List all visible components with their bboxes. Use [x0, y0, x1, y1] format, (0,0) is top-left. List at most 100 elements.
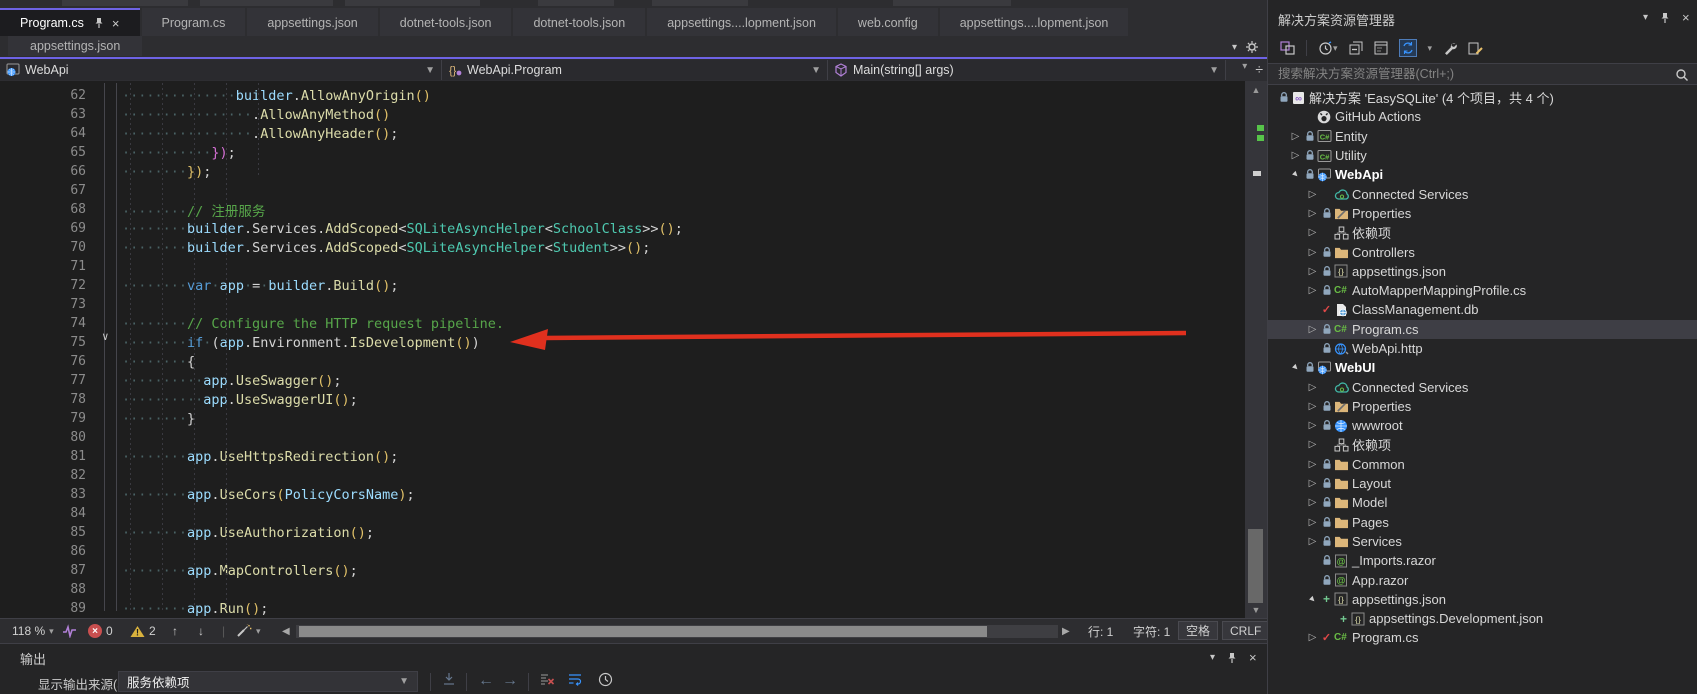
properties-window-icon[interactable]	[1374, 41, 1388, 55]
line-number[interactable]: 64	[0, 126, 86, 141]
line-number[interactable]: 87	[0, 563, 86, 578]
chevron-down-icon[interactable]: ▾	[1210, 652, 1215, 663]
gear-icon[interactable]	[1245, 40, 1259, 54]
collapsed-chevron-icon[interactable]: ▷	[1306, 227, 1319, 238]
code-line[interactable]: 77··········app.UseSwagger();	[0, 371, 1245, 390]
tab-overflow-dropdown-icon[interactable]: ▾	[1232, 42, 1237, 53]
line-number[interactable]: 75	[0, 335, 86, 350]
line-number[interactable]: 85	[0, 525, 86, 540]
code-line[interactable]: 87········app.MapControllers();	[0, 561, 1245, 580]
editor-tab[interactable]: dotnet-tools.json	[380, 8, 512, 36]
editor-tab[interactable]: Program.cs×	[0, 8, 140, 36]
tree-item[interactable]: ▷✓C#Program.cs	[1268, 628, 1697, 647]
line-number[interactable]: 80	[0, 430, 86, 445]
collapsed-chevron-icon[interactable]: ▷	[1306, 285, 1319, 296]
editor-tab[interactable]: web.config	[838, 8, 938, 36]
tree-item[interactable]: +{}appsettings.Development.json	[1268, 609, 1697, 628]
collapsed-chevron-icon[interactable]: ▷	[1306, 439, 1319, 450]
code-editor[interactable]: 62··············builder.AllowAnyOrigin()…	[0, 81, 1267, 618]
split-editor-icon[interactable]: ÷	[1255, 61, 1263, 77]
member-dropdown[interactable]: Main(string[] args) ▼	[828, 60, 1226, 80]
code-line[interactable]: 70········builder.Services.AddScoped<SQL…	[0, 238, 1245, 257]
switch-views-icon[interactable]	[1280, 41, 1295, 55]
close-icon[interactable]: ×	[1249, 650, 1257, 665]
line-number[interactable]: 84	[0, 506, 86, 521]
prev-issue-icon[interactable]: ↑	[172, 619, 178, 643]
line-number[interactable]: 88	[0, 582, 86, 597]
collapse-all-icon[interactable]	[1349, 41, 1363, 55]
pin-icon[interactable]	[1660, 12, 1670, 24]
pin-icon[interactable]	[94, 17, 104, 29]
clear-all-icon[interactable]	[540, 672, 555, 686]
collapsed-chevron-icon[interactable]: ▷	[1306, 420, 1319, 431]
line-number[interactable]: 70	[0, 240, 86, 255]
code-line[interactable]: 75········if·(app.Environment.IsDevelopm…	[0, 333, 1245, 352]
collapsed-chevron-icon[interactable]: ▷	[1306, 382, 1319, 393]
close-icon[interactable]: ×	[112, 16, 120, 31]
expanded-chevron-icon[interactable]: ▸	[1289, 169, 1302, 180]
collapsed-chevron-icon[interactable]: ▷	[1289, 150, 1302, 161]
code-area[interactable]: 62··············builder.AllowAnyOrigin()…	[0, 81, 1245, 618]
collapsed-chevron-icon[interactable]: ▷	[1306, 247, 1319, 258]
line-number[interactable]: 66	[0, 164, 86, 179]
tree-item[interactable]: ▷C#Entity	[1268, 127, 1697, 146]
line-indicator[interactable]: 行: 1	[1088, 619, 1113, 643]
line-number[interactable]: 73	[0, 297, 86, 312]
code-line[interactable]: 89········app.Run();	[0, 599, 1245, 618]
editor-tab[interactable]: dotnet-tools.json	[513, 8, 645, 36]
line-number[interactable]: 72	[0, 278, 86, 293]
tree-item[interactable]: ▷Common	[1268, 455, 1697, 474]
code-line[interactable]: 76········{	[0, 352, 1245, 371]
output-source-dropdown[interactable]: 服务依赖项 ▼	[118, 671, 418, 692]
expanded-chevron-icon[interactable]: ▸	[1306, 594, 1319, 605]
scrollbar-thumb[interactable]	[299, 626, 987, 637]
tree-item[interactable]: ▷Model	[1268, 493, 1697, 512]
chevron-down-icon[interactable]: ▾	[1242, 61, 1247, 77]
tree-item[interactable]: ▷{}appsettings.json	[1268, 262, 1697, 281]
code-line[interactable]: 86	[0, 542, 1245, 561]
close-icon[interactable]: ×	[1682, 10, 1690, 25]
column-indicator[interactable]: 字符: 1	[1133, 619, 1170, 643]
tree-item[interactable]: ▷wwwroot	[1268, 416, 1697, 435]
type-dropdown[interactable]: {} WebApi.Program ▼	[442, 60, 828, 80]
tree-item[interactable]: ▷依赖项	[1268, 223, 1697, 242]
line-number[interactable]: 67	[0, 183, 86, 198]
tree-item[interactable]: @_Imports.razor	[1268, 551, 1697, 570]
scrollbar-thumb[interactable]	[1248, 529, 1263, 603]
collapsed-chevron-icon[interactable]: ▷	[1306, 459, 1319, 470]
tree-item[interactable]: ▷依赖项	[1268, 435, 1697, 454]
tree-item[interactable]: ▷Services	[1268, 532, 1697, 551]
editor-tab[interactable]: appsettings.json	[247, 8, 377, 36]
next-issue-icon[interactable]: ↓	[198, 619, 204, 643]
code-line[interactable]: 83········app.UseCors(PolicyCorsName);	[0, 485, 1245, 504]
add-item-icon[interactable]	[1468, 41, 1483, 55]
code-line[interactable]: 69········builder.Services.AddScoped<SQL…	[0, 219, 1245, 238]
editor-tab[interactable]: appsettings.json	[8, 36, 142, 56]
line-number[interactable]: 62	[0, 88, 86, 103]
code-line[interactable]: 78··········app.UseSwaggerUI();	[0, 390, 1245, 409]
code-cleanup-button[interactable]: ▾	[236, 619, 261, 643]
code-line[interactable]: 72········var·app·=·builder.Build();	[0, 276, 1245, 295]
line-number[interactable]: 74	[0, 316, 86, 331]
line-number[interactable]: 63	[0, 107, 86, 122]
sync-active-document-icon[interactable]	[1399, 39, 1417, 57]
collapsed-chevron-icon[interactable]: ▷	[1306, 324, 1319, 335]
editor-tab[interactable]: appsettings....lopment.json	[940, 8, 1129, 36]
tree-item[interactable]: ▸+{}appsettings.json	[1268, 590, 1697, 609]
tree-item[interactable]: WebApi.http	[1268, 339, 1697, 358]
import-icon[interactable]	[442, 672, 456, 686]
code-line[interactable]: 80	[0, 428, 1245, 447]
tree-item[interactable]: ▷Properties	[1268, 204, 1697, 223]
collapsed-chevron-icon[interactable]: ▷	[1306, 632, 1319, 643]
code-line[interactable]: 68········// 注册服务	[0, 200, 1245, 219]
wrench-icon[interactable]	[1443, 41, 1457, 55]
search-input[interactable]	[1268, 64, 1697, 84]
chevron-down-icon[interactable]: ▾	[1428, 43, 1433, 54]
code-line[interactable]: 65···········});	[0, 143, 1245, 162]
next-message-icon[interactable]: →	[502, 672, 518, 690]
tree-item[interactable]: ✓ClassManagement.db	[1268, 300, 1697, 319]
code-line[interactable]: 67	[0, 181, 1245, 200]
tree-item[interactable]: ▸WebUI	[1268, 358, 1697, 377]
tree-item[interactable]: ∞解决方案 'EasySQLite' (4 个项目，共 4 个)	[1268, 88, 1697, 107]
tree-item[interactable]: ▷Connected Services	[1268, 184, 1697, 203]
